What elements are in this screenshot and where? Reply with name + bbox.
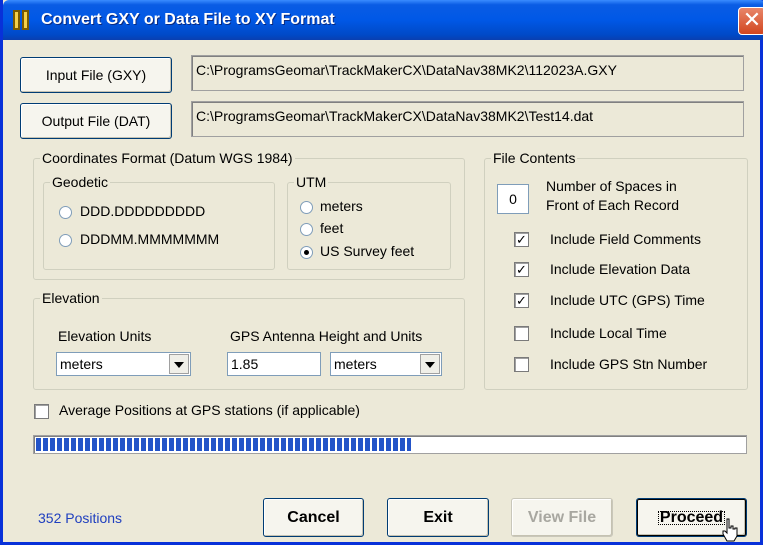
file-contents-legend: File Contents (493, 150, 576, 166)
progress-bar-fill (36, 438, 411, 451)
file-contents-checkbox[interactable] (514, 326, 529, 341)
proceed-button-label: Proceed (654, 507, 729, 529)
output-file-button[interactable]: Output File (DAT) (20, 103, 172, 139)
output-file-button-label: Output File (DAT) (41, 113, 151, 129)
window-title: Convert GXY or Data File to XY Format (41, 11, 335, 28)
antenna-units-value: meters (334, 356, 377, 372)
close-icon: ✕ (742, 7, 762, 32)
antenna-height-label: GPS Antenna Height and Units (230, 328, 423, 344)
spaces-label-line1: Number of Spaces in (546, 178, 677, 194)
utm-legend: UTM (296, 174, 327, 190)
spaces-input[interactable]: 0 (497, 184, 529, 214)
antenna-units-select[interactable]: meters (330, 352, 442, 376)
positions-count: 352 Positions (38, 510, 123, 526)
average-positions-checkbox[interactable] (34, 404, 49, 419)
chevron-down-icon[interactable] (169, 354, 189, 374)
app-icon (13, 10, 31, 30)
file-contents-checkbox[interactable]: ✓ (514, 293, 529, 308)
file-contents-option-label: Include Local Time (550, 325, 667, 341)
exit-button[interactable]: Exit (387, 498, 489, 537)
geodetic-legend: Geodetic (52, 174, 109, 190)
utm-feet-label: feet (320, 220, 344, 236)
geodetic-ddd-label: DDD.DDDDDDDDD (80, 203, 206, 219)
close-button[interactable]: ✕ (738, 7, 763, 35)
elevation-legend: Elevation (42, 290, 100, 306)
file-contents-option-label: Include Elevation Data (550, 261, 691, 277)
title-bar[interactable]: Convert GXY or Data File to XY Format ✕ (3, 0, 763, 40)
input-file-button-label: Input File (GXY) (45, 67, 147, 83)
file-contents-checkbox[interactable] (514, 357, 529, 372)
input-file-path: C:\ProgramsGeomar\TrackMakerCX\DataNav38… (191, 55, 744, 91)
utm-meters-radio[interactable] (300, 201, 313, 214)
utm-us-survey-feet-radio[interactable] (300, 246, 313, 259)
view-file-button-label: View File (527, 508, 597, 526)
utm-us-survey-feet-label: US Survey feet (320, 243, 415, 259)
geodetic-dddmm-radio[interactable] (59, 234, 72, 247)
utm-feet-radio[interactable] (300, 223, 313, 236)
elevation-units-select[interactable]: meters (56, 352, 191, 376)
dialog-window: Convert GXY or Data File to XY Format ✕ … (0, 0, 763, 545)
input-file-button[interactable]: Input File (GXY) (20, 57, 172, 93)
geodetic-dddmm-label: DDDMM.MMMMMMM (80, 231, 220, 247)
chevron-down-icon[interactable] (420, 354, 440, 374)
cancel-button[interactable]: Cancel (263, 498, 364, 537)
average-positions-label: Average Positions at GPS stations (if ap… (59, 402, 360, 418)
file-contents-option-label: Include Field Comments (550, 231, 701, 247)
cancel-button-label: Cancel (287, 508, 340, 526)
elevation-units-label: Elevation Units (58, 328, 152, 344)
exit-button-label: Exit (423, 508, 453, 526)
file-contents-option-label: Include GPS Stn Number (550, 356, 708, 372)
file-contents-checkbox[interactable]: ✓ (514, 262, 529, 277)
file-contents-checkbox[interactable]: ✓ (514, 232, 529, 247)
geodetic-ddd-radio[interactable] (59, 206, 72, 219)
view-file-button[interactable]: View File (511, 498, 613, 537)
geodetic-group: Geodetic (43, 174, 275, 270)
file-contents-option-label: Include UTC (GPS) Time (550, 292, 705, 308)
coordinates-format-legend: Coordinates Format (Datum WGS 1984) (42, 150, 293, 166)
hand-cursor-icon (722, 518, 738, 542)
output-file-path: C:\ProgramsGeomar\TrackMakerCX\DataNav38… (191, 101, 744, 137)
antenna-height-input[interactable]: 1.85 (227, 352, 321, 376)
elevation-units-value: meters (60, 356, 103, 372)
progress-bar (33, 435, 747, 454)
utm-meters-label: meters (320, 198, 363, 214)
spaces-label-line2: Front of Each Record (546, 197, 680, 213)
